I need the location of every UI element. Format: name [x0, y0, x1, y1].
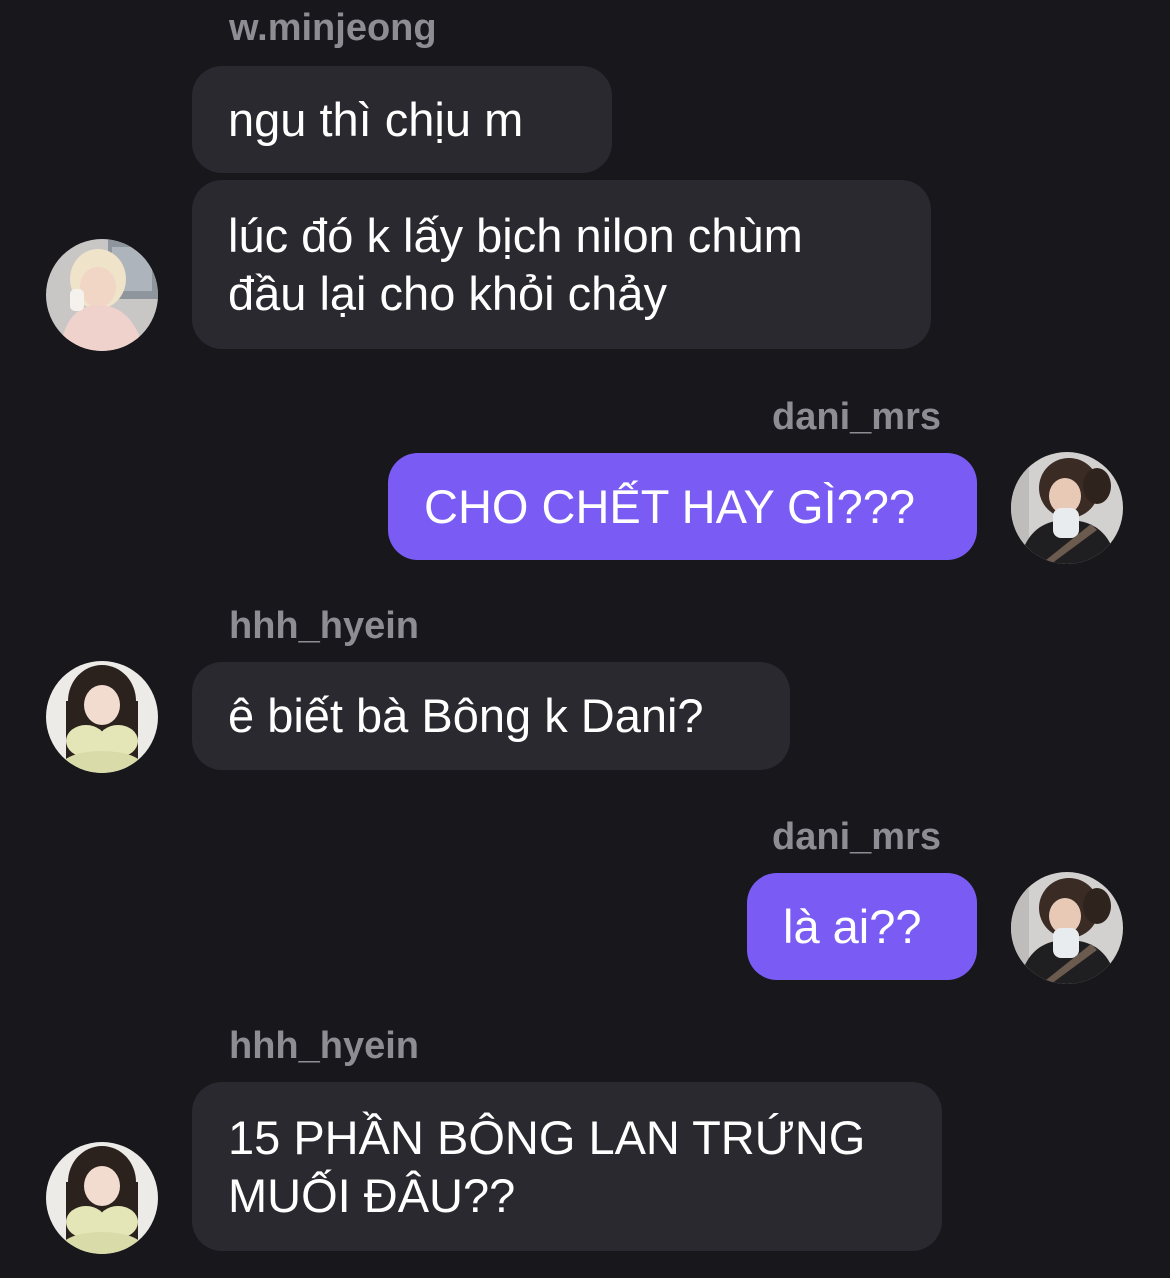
message-bubble-incoming[interactable]: ê biết bà Bông k Dani?: [192, 662, 790, 770]
sender-name: hhh_hyein: [229, 605, 420, 647]
sender-name: w.minjeong: [229, 7, 437, 49]
message-bubble-incoming[interactable]: ngu thì chịu m: [192, 66, 612, 173]
sender-name: dani_mrs: [772, 396, 941, 438]
girl-with-pillow-avatar[interactable]: [46, 661, 158, 773]
woman-dark-hair-avatar[interactable]: [1011, 872, 1123, 984]
message-bubble-outgoing[interactable]: CHO CHẾT HAY GÌ???: [388, 453, 977, 560]
girl-with-pillow-avatar[interactable]: [46, 1142, 158, 1254]
message-bubble-incoming[interactable]: 15 PHẦN BÔNG LAN TRỨNG MUỐI ĐÂU??: [192, 1082, 942, 1251]
message-bubble-incoming[interactable]: lúc đó k lấy bịch nilon chùm đầu lại cho…: [192, 180, 931, 349]
sender-name: dani_mrs: [772, 816, 941, 858]
chat-thread[interactable]: w.minjeong ngu thì chịu m lúc đó k lấy b…: [0, 0, 1170, 1278]
woman-blonde-avatar[interactable]: [46, 239, 158, 351]
message-bubble-outgoing[interactable]: là ai??: [747, 873, 977, 980]
woman-dark-hair-avatar[interactable]: [1011, 452, 1123, 564]
sender-name: hhh_hyein: [229, 1025, 420, 1067]
